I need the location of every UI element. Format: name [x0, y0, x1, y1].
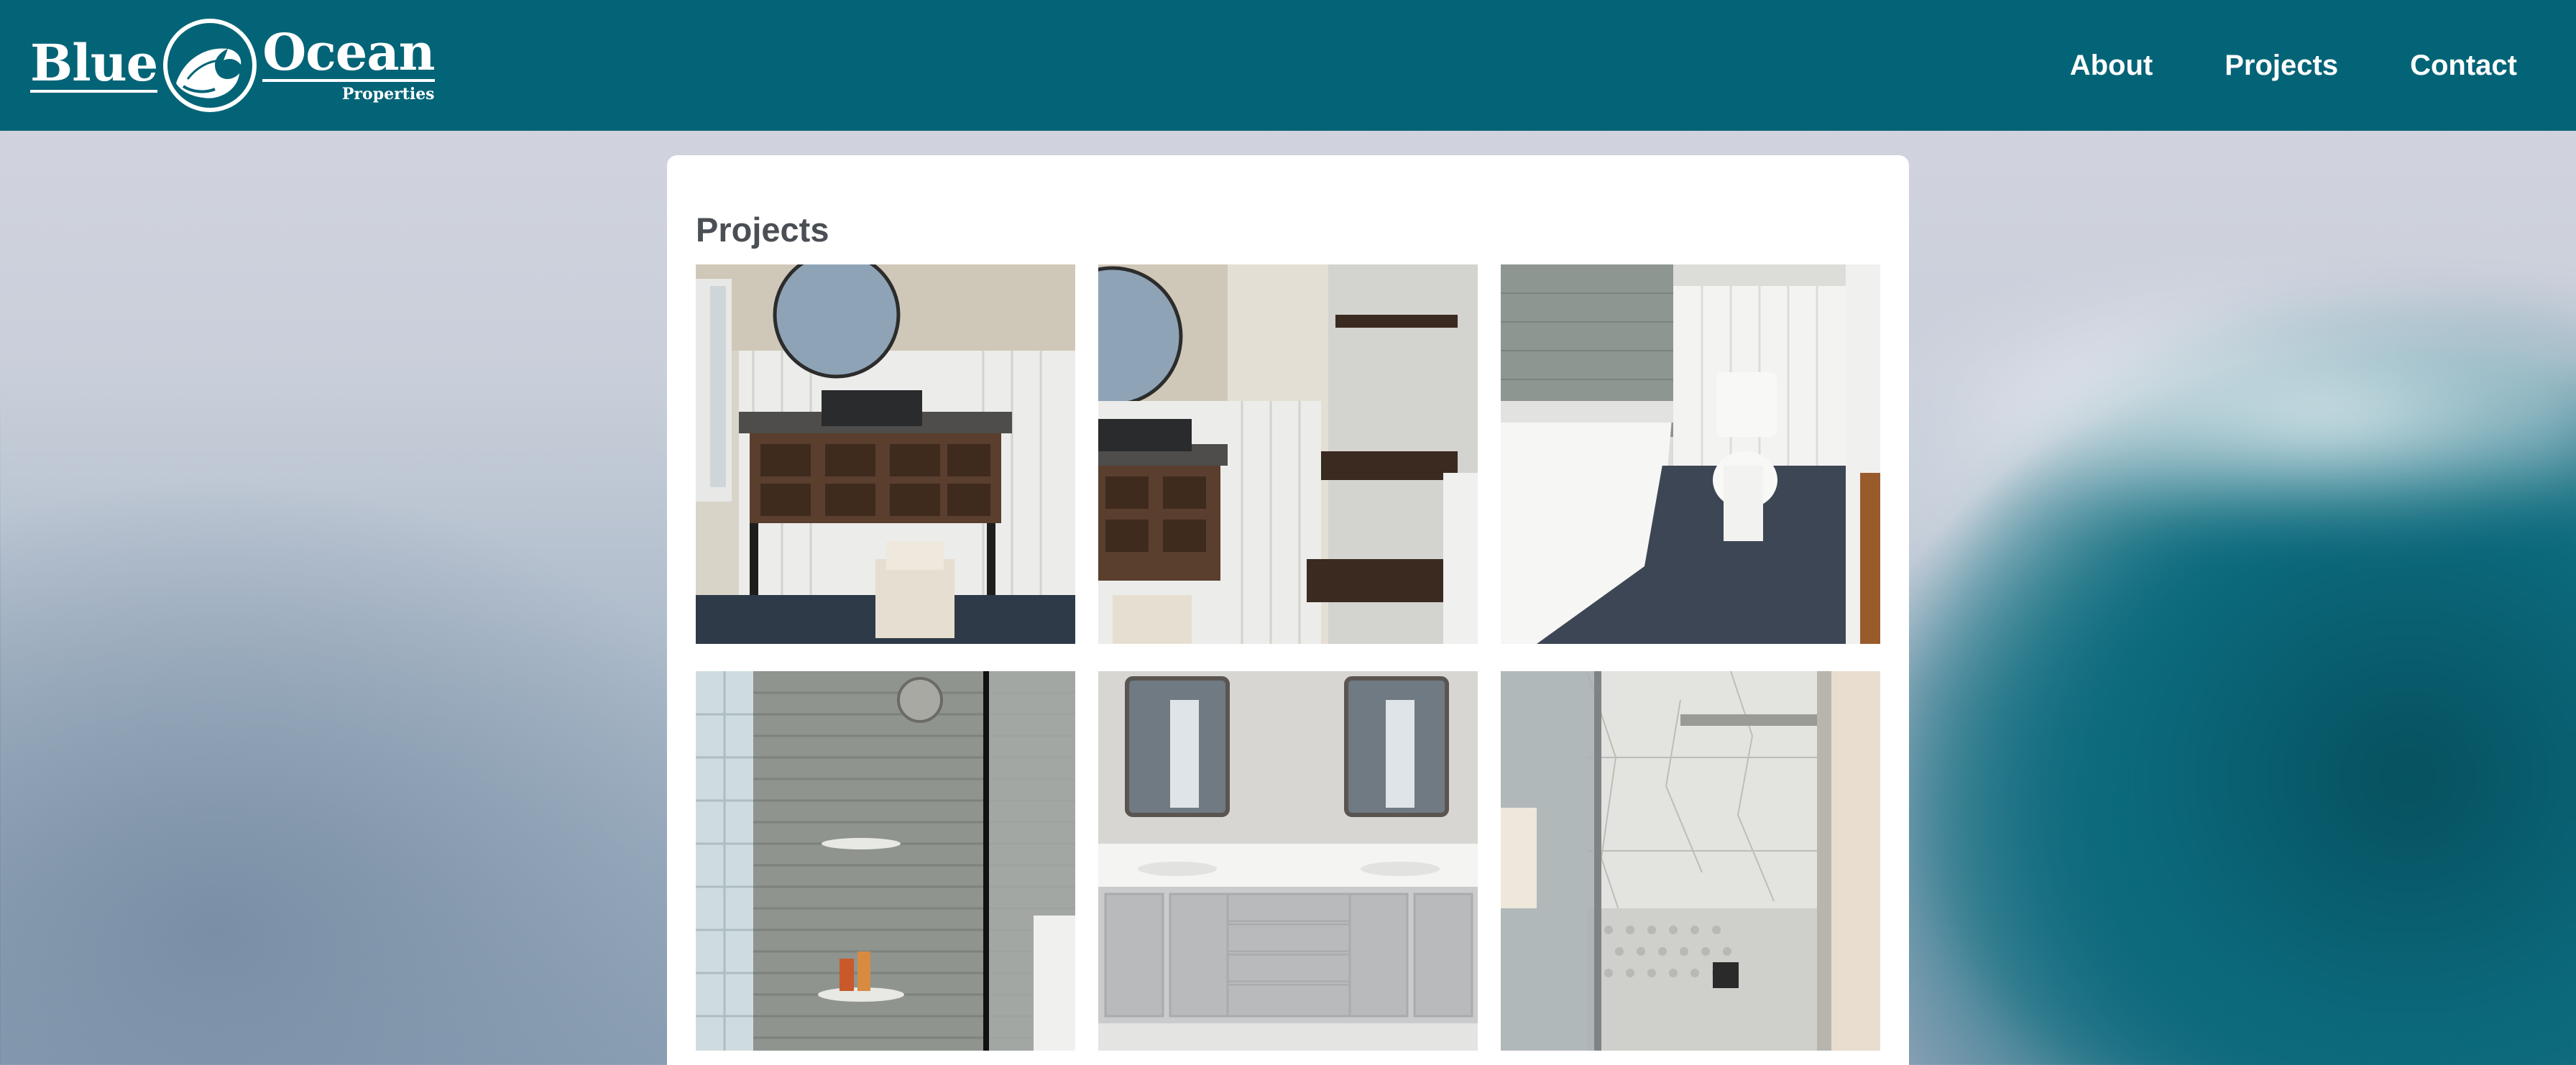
site-header: Blue Ocean Properties About Projects Con… — [0, 0, 2576, 131]
brand-logo[interactable]: Blue Ocean Properties — [30, 15, 436, 116]
page-title: Projects — [696, 211, 829, 249]
background-foam — [1941, 302, 2576, 532]
project-photo-vanity-shelves[interactable] — [1098, 264, 1478, 644]
brand-tagline: Properties — [341, 85, 435, 103]
nav-link-about[interactable]: About — [2070, 50, 2153, 82]
project-photo-double-vanity[interactable] — [1098, 671, 1478, 1051]
brand-name-right: Ocean — [262, 22, 436, 82]
project-photo-image — [1501, 671, 1880, 1051]
project-photo-image — [696, 671, 1075, 1051]
nav-link-projects[interactable]: Projects — [2225, 50, 2338, 82]
brand-name-left: Blue — [30, 33, 158, 93]
nav-link-contact[interactable]: Contact — [2410, 50, 2517, 82]
project-photo-image — [1501, 264, 1880, 644]
project-photo-vanity-mirror[interactable] — [696, 264, 1075, 644]
project-photo-tub-toilet[interactable] — [1501, 264, 1880, 644]
project-photo-image — [1098, 264, 1478, 644]
project-photo-subway-shower[interactable] — [696, 671, 1075, 1051]
brand-name-right-group: Ocean Properties — [262, 22, 436, 103]
main-nav: About Projects Contact — [2070, 50, 2517, 82]
project-photo-image — [1098, 671, 1478, 1051]
project-photo-marble-shower[interactable] — [1501, 671, 1880, 1051]
projects-card: Projects — [667, 155, 1909, 1065]
projects-grid — [696, 264, 1880, 1051]
project-photo-image — [696, 264, 1075, 644]
wave-emblem-icon — [163, 19, 257, 112]
